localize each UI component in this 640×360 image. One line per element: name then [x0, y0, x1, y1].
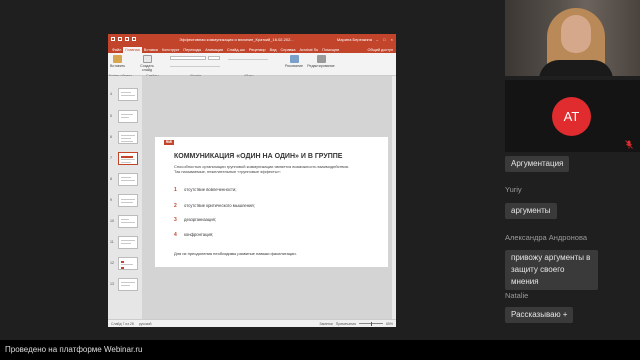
slide-intro-text: Способностью организации групповой комму… [174, 164, 350, 174]
thumb-number: 13 [110, 282, 114, 286]
thumb-number: 9 [110, 198, 112, 202]
thumb-number: 8 [110, 177, 112, 181]
paste-icon [112, 55, 122, 63]
undo-icon[interactable] [118, 37, 122, 41]
document-title: Эффективная коммуникация и влияние_Кратк… [179, 36, 294, 42]
chat-message: привожу аргументы в защиту своего мнения [505, 250, 598, 290]
slide-counter: Слайд 7 из 28 [111, 321, 134, 326]
slide-title: КОММУНИКАЦИЯ «ОДИН НА ОДИН» И В ГРУППЕ [174, 153, 343, 160]
drawing-button[interactable]: Рисование [284, 55, 304, 68]
list-text: конфронтация; [184, 232, 214, 237]
redo-icon[interactable] [125, 37, 129, 41]
slide-list-item: 4 конфронтация; [174, 232, 213, 238]
slide-thumbnail[interactable] [118, 257, 138, 270]
company-logo: RMI [164, 140, 174, 145]
mic-muted-icon [625, 140, 633, 149]
thumb-number: 6 [110, 135, 112, 139]
list-number: 4 [174, 232, 177, 238]
find-icon [316, 55, 326, 63]
chat-message: Рассказываю + [505, 307, 574, 323]
presenter-video[interactable] [505, 0, 640, 76]
maximize-button[interactable]: □ [383, 37, 385, 42]
ppt-titlebar: Эффективная коммуникация и влияние_Кратк… [108, 34, 396, 44]
slideshow-icon[interactable] [132, 37, 136, 41]
slide-thumbnail-selected[interactable] [118, 152, 138, 165]
slide-thumbnails-pane[interactable]: 4 5 6 7 8 9 10 11 12 13 [108, 76, 142, 319]
webinar-room: Эффективная коммуникация и влияние_Кратк… [0, 0, 640, 360]
platform-footer: Проведено на платформе Webinar.ru [0, 340, 640, 360]
slide-thumbnail[interactable] [118, 236, 138, 249]
shapes-icon [289, 55, 299, 63]
list-text: отсутствие критического мышления; [184, 203, 255, 208]
zoom-slider[interactable] [358, 321, 383, 326]
thumb-number: 7 [110, 156, 112, 160]
thumb-number: 12 [110, 261, 114, 265]
save-icon[interactable] [111, 37, 115, 41]
list-text: отсутствие вовлеченности; [184, 187, 237, 192]
paragraph-buttons[interactable] [228, 56, 268, 60]
editing-button[interactable]: Редактирование [306, 55, 336, 68]
thumb-number: 5 [110, 114, 112, 118]
thumb-number: 11 [110, 240, 114, 244]
drawing-label: Рисование [284, 64, 304, 68]
font-format-buttons[interactable] [170, 63, 220, 67]
minimize-button[interactable]: – [376, 37, 378, 42]
font-name-field[interactable] [170, 56, 206, 60]
slide-thumbnail[interactable] [118, 173, 138, 186]
list-number: 1 [174, 187, 177, 193]
status-right: Заметки Примечания 65% [319, 321, 393, 326]
chat-author: Natalie [505, 291, 529, 300]
list-number: 2 [174, 203, 177, 209]
slide-thumbnail[interactable] [118, 194, 138, 207]
slide-thumbnail[interactable] [118, 110, 138, 123]
user-name: Марина Березкина [336, 36, 372, 42]
chat-message: Аргументация [505, 156, 570, 172]
slide-thumbnail[interactable] [118, 278, 138, 291]
thumb-number: 4 [110, 92, 112, 96]
slide-list-item: 3 дезорганизация; [174, 217, 216, 223]
slide-thumbnail[interactable] [118, 215, 138, 228]
new-slide-button[interactable]: Создать слайд [140, 55, 154, 72]
close-button[interactable]: × [391, 37, 393, 42]
slide-thumbnail[interactable] [118, 88, 138, 101]
new-slide-label: Создать слайд [140, 64, 154, 72]
window-controls: – □ × [376, 37, 393, 42]
current-slide[interactable]: RMI КОММУНИКАЦИЯ «ОДИН НА ОДИН» И В ГРУП… [155, 137, 388, 267]
chat-author: Yuriy [505, 185, 522, 194]
vertical-scrollbar[interactable] [392, 76, 396, 319]
platform-credit[interactable]: Проведено на платформе Webinar.ru [5, 345, 143, 354]
chat-author: Александра Андронова [505, 233, 588, 242]
participant-avatar: AT [552, 97, 591, 136]
list-text: дезорганизация; [184, 217, 217, 222]
paste-button[interactable]: Вставить [110, 55, 126, 68]
comments-button[interactable]: Примечания [336, 322, 356, 326]
paste-label: Вставить [110, 64, 126, 68]
ribbon-tabs: Файл Главная Вставка Конструкт Переходы … [108, 44, 396, 53]
thumb-number: 10 [110, 219, 114, 223]
zoom-level[interactable]: 65% [386, 322, 393, 326]
list-number: 3 [174, 217, 177, 223]
slide-thumbnail[interactable] [118, 131, 138, 144]
font-size-field[interactable] [208, 56, 220, 60]
status-bar: Слайд 7 из 28 русский Заметки Примечания… [108, 319, 396, 327]
slide-list-item: 2 отсутствие критического мышления; [174, 203, 255, 209]
notes-button[interactable]: Заметки [319, 322, 332, 326]
quick-access-toolbar [111, 37, 136, 41]
ribbon: Вставить Создать слайд Рисование Редакти… [108, 53, 396, 78]
editing-label: Редактирование [307, 64, 335, 68]
new-slide-icon [142, 55, 152, 63]
language-indicator: русский [138, 321, 152, 326]
slide-list-item: 1 отсутствие вовлеченности; [174, 187, 236, 193]
chat-message: аргументы [505, 203, 557, 219]
slide-conclusion: Для их преодоления необходимы развитые н… [174, 251, 297, 256]
